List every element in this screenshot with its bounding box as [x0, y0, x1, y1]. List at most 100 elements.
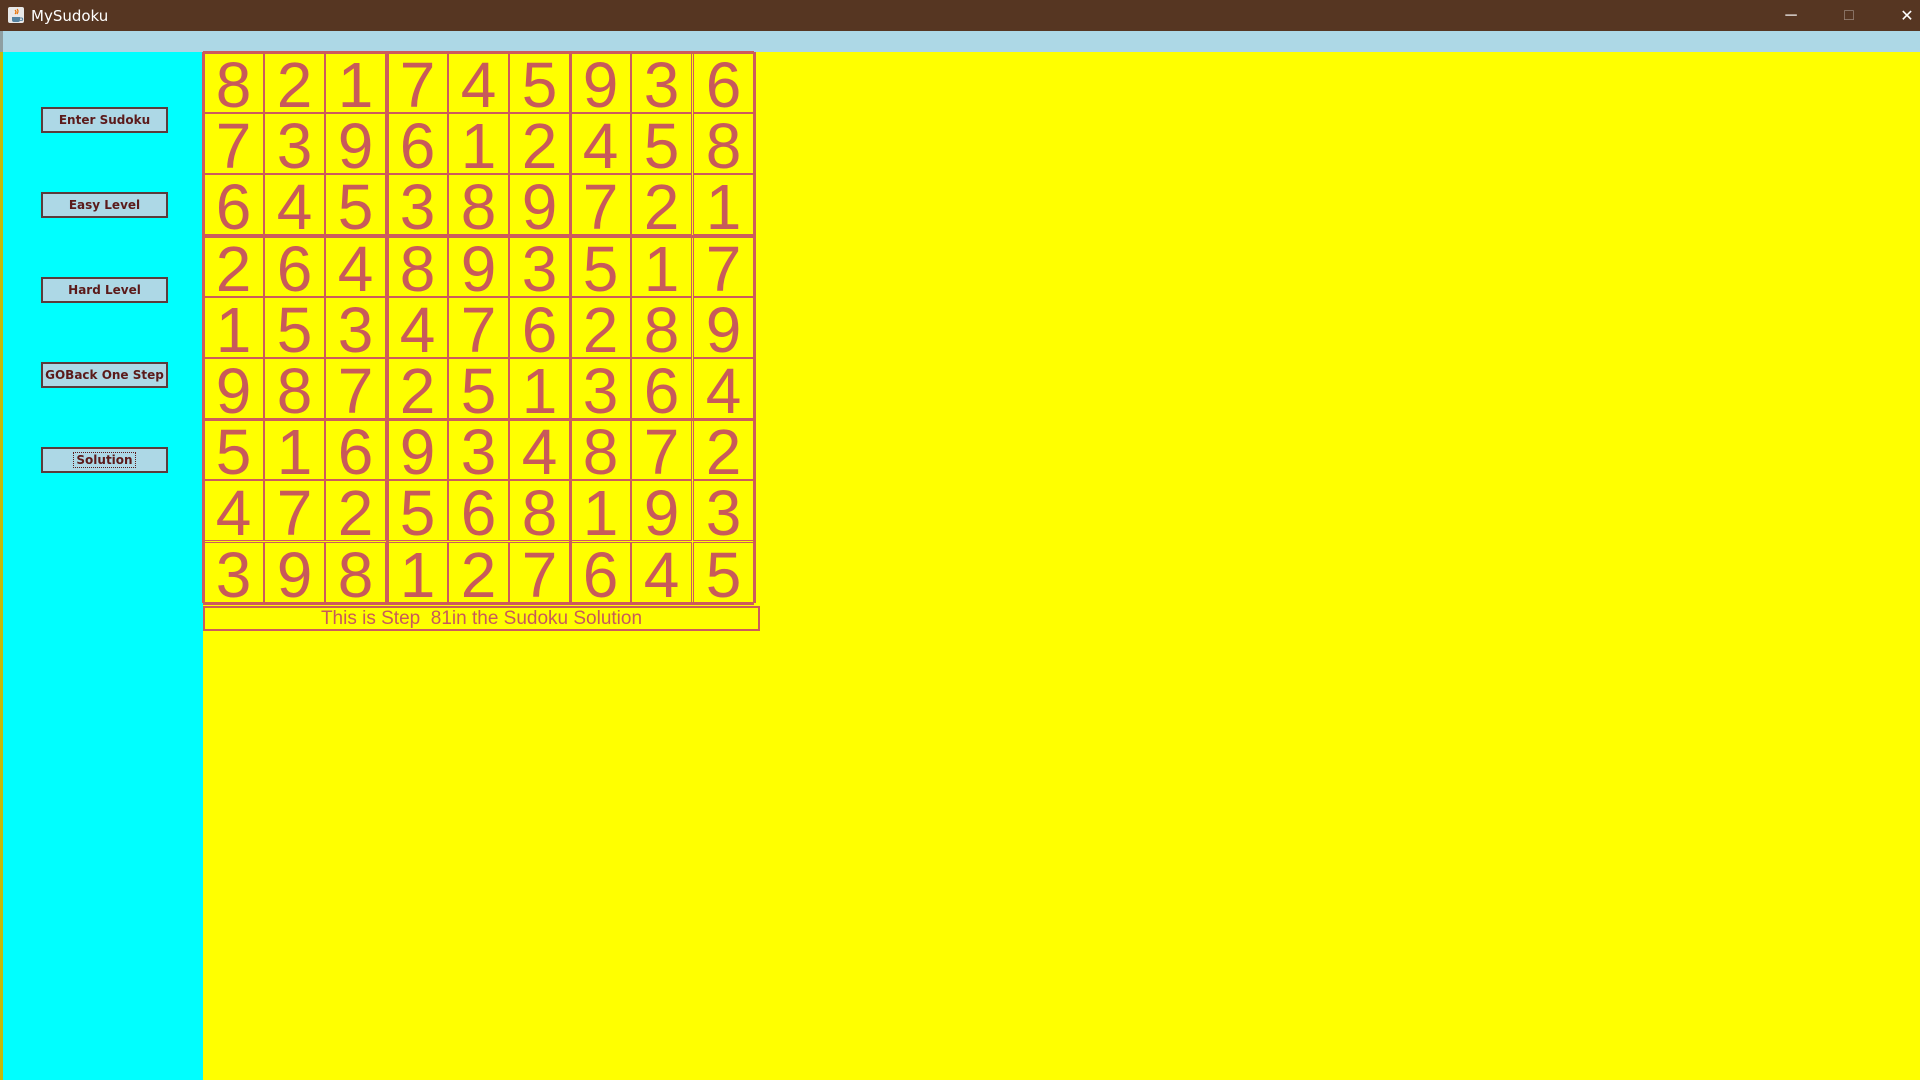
sudoku-cell[interactable]: 9	[325, 113, 386, 174]
sudoku-cell[interactable]: 4	[387, 297, 448, 358]
sudoku-cell[interactable]: 8	[570, 419, 631, 480]
sudoku-cell[interactable]: 6	[693, 52, 754, 113]
sudoku-cell[interactable]: 1	[325, 52, 386, 113]
sudoku-cell[interactable]: 7	[448, 297, 509, 358]
maximize-button[interactable]: □	[1820, 0, 1878, 31]
sudoku-cell[interactable]: 6	[203, 174, 264, 235]
sudoku-cell[interactable]: 4	[203, 480, 264, 541]
sudoku-cell[interactable]: 2	[203, 236, 264, 297]
sudoku-cell[interactable]: 6	[325, 419, 386, 480]
easy-level-button[interactable]: Easy Level	[41, 192, 168, 218]
sudoku-cell[interactable]: 8	[448, 174, 509, 235]
sudoku-cell[interactable]: 2	[509, 113, 570, 174]
sudoku-cell[interactable]: 1	[387, 542, 448, 603]
sudoku-cell[interactable]: 2	[693, 419, 754, 480]
sudoku-cell[interactable]: 2	[570, 297, 631, 358]
sudoku-cell[interactable]: 6	[631, 358, 692, 419]
sudoku-cell[interactable]: 9	[509, 174, 570, 235]
sudoku-cell[interactable]: 3	[631, 52, 692, 113]
sudoku-cell[interactable]: 1	[203, 297, 264, 358]
box-divider-horizontal	[203, 235, 754, 238]
hard-level-button[interactable]: Hard Level	[41, 277, 168, 303]
sudoku-cell[interactable]: 4	[693, 358, 754, 419]
sudoku-cell[interactable]: 7	[509, 542, 570, 603]
sudoku-cell[interactable]: 7	[570, 174, 631, 235]
close-button[interactable]: ✕	[1878, 0, 1920, 31]
sudoku-cell[interactable]: 8	[693, 113, 754, 174]
sudoku-cell[interactable]: 7	[325, 358, 386, 419]
sudoku-cell[interactable]: 3	[448, 419, 509, 480]
sudoku-cell[interactable]: 9	[448, 236, 509, 297]
sudoku-cell[interactable]: 7	[631, 419, 692, 480]
solution-button[interactable]: Solution	[41, 447, 168, 473]
sudoku-cell[interactable]: 3	[693, 480, 754, 541]
sudoku-cell[interactable]: 4	[448, 52, 509, 113]
sudoku-cell[interactable]: 2	[325, 480, 386, 541]
sudoku-cell[interactable]: 1	[264, 419, 325, 480]
sudoku-cell[interactable]: 8	[631, 297, 692, 358]
box-divider-vertical	[753, 52, 756, 603]
sudoku-cell[interactable]: 6	[264, 236, 325, 297]
sudoku-cell[interactable]: 3	[264, 113, 325, 174]
enter-sudoku-button[interactable]: Enter Sudoku	[41, 107, 168, 133]
sudoku-cell[interactable]: 5	[509, 52, 570, 113]
sudoku-cell[interactable]: 6	[387, 113, 448, 174]
sudoku-cell[interactable]: 5	[264, 297, 325, 358]
sudoku-cell[interactable]: 1	[631, 236, 692, 297]
sudoku-cell[interactable]: 4	[509, 419, 570, 480]
sudoku-cell[interactable]: 9	[570, 52, 631, 113]
sudoku-cell[interactable]: 8	[203, 52, 264, 113]
sudoku-cell[interactable]: 3	[203, 542, 264, 603]
box-divider-vertical	[386, 52, 389, 603]
sudoku-cell[interactable]: 9	[693, 297, 754, 358]
java-icon	[8, 7, 24, 23]
sudoku-cell[interactable]: 5	[570, 236, 631, 297]
sudoku-cell[interactable]: 7	[693, 236, 754, 297]
sudoku-cell[interactable]: 1	[570, 480, 631, 541]
go-back-one-step-label: GOBack One Step	[45, 368, 164, 382]
sudoku-cell[interactable]: 1	[448, 113, 509, 174]
solution-label: Solution	[73, 452, 136, 468]
sudoku-cell[interactable]: 7	[264, 480, 325, 541]
sudoku-cell[interactable]: 2	[387, 358, 448, 419]
sudoku-cell[interactable]: 5	[693, 542, 754, 603]
sudoku-cell[interactable]: 5	[631, 113, 692, 174]
sudoku-cell[interactable]: 6	[570, 542, 631, 603]
sudoku-cell[interactable]: 2	[264, 52, 325, 113]
sudoku-cell[interactable]: 6	[448, 480, 509, 541]
minimize-button[interactable]: ─	[1762, 0, 1820, 31]
sudoku-cell[interactable]: 5	[325, 174, 386, 235]
sudoku-cell[interactable]: 3	[509, 236, 570, 297]
sudoku-cell[interactable]: 4	[570, 113, 631, 174]
sudoku-cell[interactable]: 4	[264, 174, 325, 235]
sudoku-cell[interactable]: 9	[203, 358, 264, 419]
sudoku-cell[interactable]: 8	[387, 236, 448, 297]
sudoku-cell[interactable]: 5	[387, 480, 448, 541]
sudoku-cell[interactable]: 6	[509, 297, 570, 358]
sudoku-cell[interactable]: 9	[387, 419, 448, 480]
sudoku-cell[interactable]: 4	[631, 542, 692, 603]
box-divider-vertical	[202, 52, 205, 603]
title-bar[interactable]: MySudoku ─ □ ✕	[0, 0, 1920, 31]
sudoku-cell[interactable]: 4	[325, 236, 386, 297]
sudoku-cell[interactable]: 3	[325, 297, 386, 358]
sudoku-cell[interactable]: 8	[325, 542, 386, 603]
sudoku-cell[interactable]: 3	[570, 358, 631, 419]
sudoku-cell[interactable]: 9	[631, 480, 692, 541]
sudoku-cell[interactable]: 5	[448, 358, 509, 419]
sudoku-cell[interactable]: 8	[264, 358, 325, 419]
sudoku-cell[interactable]: 2	[631, 174, 692, 235]
sudoku-cell[interactable]: 9	[264, 542, 325, 603]
sudoku-cell[interactable]: 1	[509, 358, 570, 419]
sudoku-cell[interactable]: 5	[203, 419, 264, 480]
sudoku-cell[interactable]: 1	[693, 174, 754, 235]
sudoku-cell[interactable]: 8	[509, 480, 570, 541]
go-back-one-step-button[interactable]: GOBack One Step	[41, 362, 168, 388]
sudoku-cell[interactable]: 2	[448, 542, 509, 603]
maximize-icon: □	[1844, 6, 1854, 24]
sudoku-cell[interactable]: 3	[387, 174, 448, 235]
sudoku-cell[interactable]: 7	[387, 52, 448, 113]
minimize-icon: ─	[1785, 6, 1797, 24]
box-divider-horizontal	[203, 418, 754, 421]
sudoku-cell[interactable]: 7	[203, 113, 264, 174]
